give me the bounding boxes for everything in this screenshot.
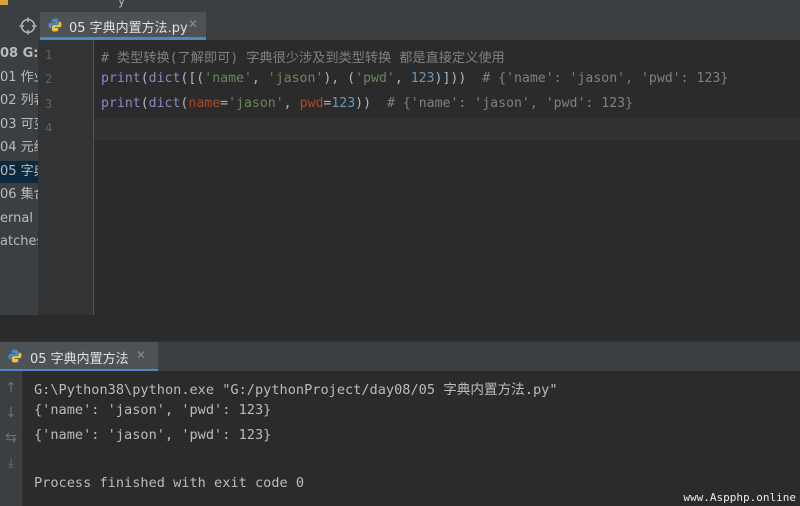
project-tree-item[interactable]: 01 作业 [0, 67, 38, 89]
current-line-highlight [94, 118, 800, 140]
python-run-icon [8, 349, 22, 363]
code-token: # 类型转换(了解即可) 字典很少涉及到类型转换 都是直接定义使用 [101, 51, 505, 66]
code-token: 'jason' [228, 95, 284, 111]
code-line: # 类型转换(了解即可) 字典很少涉及到类型转换 都是直接定义使用 [101, 47, 505, 66]
code-token: # {'name': 'jason', 'pwd': 123} [386, 95, 634, 111]
editor-empty-area [0, 315, 800, 341]
code-token: , [283, 95, 300, 111]
run-tab[interactable]: 05 字典内置方法 ✕ [0, 342, 158, 372]
console-line: Process finished with exit code 0 [34, 475, 305, 492]
line-number: 2 [45, 72, 53, 87]
editor-tab-05[interactable]: 05 字典内置方法.py ✕ [40, 12, 206, 40]
code-token: ([( [180, 71, 205, 87]
project-tree-item[interactable]: 03 可变 [0, 114, 38, 136]
code-token: print [101, 95, 141, 111]
code-token: print [101, 71, 141, 87]
code-token: dict [148, 71, 181, 87]
project-root-item[interactable]: 08 G: [0, 43, 38, 65]
console-line: {'name': 'jason', 'pwd': 123} [34, 402, 272, 419]
python-file-icon [48, 18, 62, 32]
code-token: pwd [299, 95, 324, 111]
watermark: www.Aspphp.online [683, 491, 796, 504]
code-line: print(dict(name='jason', pwd=123)) # {'n… [101, 96, 633, 111]
run-tab-label: 05 字典内置方法 [30, 352, 129, 367]
scroll-down-icon[interactable]: ↓ [2, 404, 20, 422]
project-tree-item[interactable]: 06 集合 [0, 184, 38, 206]
code-token: 'name' [204, 71, 252, 87]
code-token: 'pwd' [355, 71, 395, 87]
project-tree: 08 G:01 作业02 列表03 可变04 元组05 字典06 集合ernal… [0, 40, 39, 340]
code-token: 'jason' [267, 71, 324, 87]
console-line: G:\Python38\python.exe "G:/pythonProject… [34, 382, 558, 398]
run-toolbar: ↑ ↓ ⇆ ⤓ [0, 371, 23, 506]
code-token: ( [140, 71, 149, 87]
app-logo-icon [0, 0, 8, 5]
soft-wrap-icon[interactable]: ⇆ [2, 429, 20, 447]
locate-file-icon[interactable] [19, 17, 37, 35]
project-tree-item[interactable]: 02 列表 [0, 90, 38, 112]
console-line: {'name': 'jason', 'pwd': 123} [34, 426, 272, 443]
code-token: = [220, 95, 229, 111]
project-tree-item[interactable]: 05 字典 [0, 160, 38, 183]
rerun-up-icon[interactable]: ↑ [2, 379, 20, 397]
line-number: 4 [45, 120, 53, 135]
line-number-gutter: 1 2 3 4 [39, 40, 94, 315]
project-tree-item[interactable]: ernal L [0, 208, 38, 230]
code-token: )) [355, 95, 387, 111]
project-tree-item[interactable]: 04 元组 [0, 137, 38, 159]
run-console[interactable]: G:\Python38\python.exe "G:/pythonProject… [23, 371, 800, 506]
code-token: dict [148, 95, 181, 111]
line-number: 1 [45, 48, 53, 62]
code-token: # {'name': 'jason', 'pwd': 123} [482, 71, 729, 87]
line-number: 3 [45, 96, 53, 111]
title-fragment: y [118, 0, 126, 8]
code-token: , [394, 71, 411, 87]
code-line: print(dict([('name', 'jason'), ('pwd', 1… [101, 71, 728, 86]
editor-tab-label: 05 字典内置方法.py [69, 21, 188, 36]
close-icon[interactable]: ✕ [188, 17, 198, 31]
code-token: , [251, 71, 268, 87]
close-run-tab-icon[interactable]: ✕ [136, 348, 146, 362]
code-token: ), ( [323, 71, 356, 87]
editor-tab-bar: 05 字典内置方法.py ✕ [0, 12, 800, 41]
code-token: 123 [410, 71, 435, 87]
code-token: 123 [331, 95, 356, 111]
run-tool-window-header: 05 字典内置方法 ✕ [0, 341, 800, 372]
project-tree-item[interactable]: atches [0, 231, 38, 253]
code-token: ( [140, 95, 149, 111]
code-token: name [188, 95, 221, 111]
scroll-to-end-icon[interactable]: ⤓ [2, 454, 20, 472]
code-token: )])) [434, 71, 483, 87]
code-editor[interactable]: # 类型转换(了解即可) 字典很少涉及到类型转换 都是直接定义使用 print(d… [94, 40, 800, 315]
